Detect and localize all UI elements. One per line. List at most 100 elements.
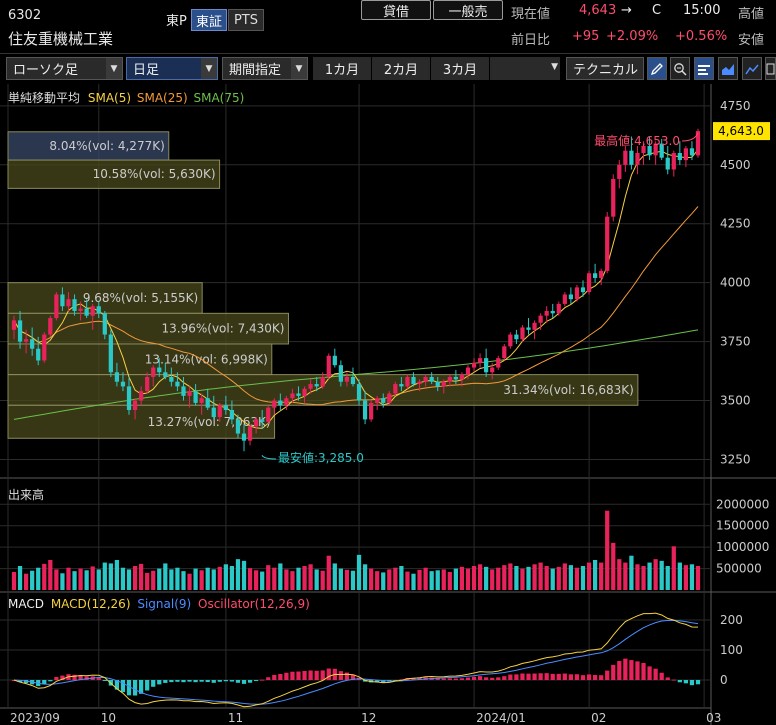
oscillator-bar — [465, 677, 471, 680]
oscillator-bar — [120, 680, 126, 693]
prev-day-label: 前日比 — [511, 33, 551, 48]
low-annotation: 最安値:3,285.0 — [278, 450, 364, 465]
range-more-select[interactable]: ▼ — [490, 57, 560, 80]
zoom-button[interactable] — [670, 57, 690, 80]
stock-code: 6302 — [8, 8, 42, 23]
high-label: 高値 — [738, 7, 765, 22]
sma25-label: SMA(25) — [136, 91, 188, 105]
volume-bar — [520, 568, 525, 590]
candle-body — [102, 313, 107, 335]
volume-bar — [72, 571, 77, 590]
oscillator-bar — [447, 678, 452, 680]
candle-body — [423, 376, 428, 382]
oscillator-bar — [580, 675, 586, 680]
candle-body — [568, 294, 574, 300]
candle-body — [181, 386, 186, 396]
oscillator-bar — [677, 680, 682, 683]
volume-bar — [350, 570, 356, 590]
volume-bar — [60, 573, 65, 590]
volume-bar — [683, 565, 689, 590]
oscillator-bar — [320, 670, 325, 680]
technical-button[interactable]: テクニカル — [566, 57, 644, 80]
x-axis-label: 12 — [361, 711, 376, 725]
volume-tick-label: 500000 — [716, 562, 762, 576]
range-1m-button[interactable]: 1カ月 — [313, 57, 371, 80]
volume-bar — [641, 566, 646, 590]
volume-bar — [629, 555, 634, 590]
volume-bar — [586, 562, 592, 590]
candle-body — [120, 381, 126, 387]
candle-body — [229, 409, 235, 420]
oscillator-bar — [671, 679, 676, 681]
candle-body — [338, 365, 343, 382]
candle-body — [411, 376, 416, 385]
oscillator-bar — [508, 674, 513, 680]
candle-body — [23, 339, 29, 342]
oscillator-bar — [683, 680, 689, 684]
candle-body — [302, 388, 307, 396]
chevron-down-icon: ▼ — [551, 62, 558, 72]
candle-body — [278, 400, 283, 406]
candle-body — [157, 367, 162, 373]
oscillator-bar — [556, 673, 561, 680]
more-button[interactable] — [765, 57, 776, 80]
oscillator-bar — [344, 672, 350, 680]
stock-chart-app: 6302 住友重機械工業 東P 東証 PTS 貸借 一般売 現在値 4,643 … — [0, 0, 776, 725]
volume-bar — [332, 563, 337, 590]
x-axis-label: 10 — [101, 711, 116, 725]
volume-bar — [538, 562, 543, 590]
volume-profile-button[interactable] — [694, 57, 714, 80]
candle-body — [17, 320, 23, 342]
low-arrow — [261, 454, 277, 460]
margin-sell-button[interactable]: 一般売 — [433, 0, 503, 20]
sma-legend: 単純移動平均 SMA(5) SMA(25) SMA(75) — [8, 89, 244, 106]
volume-bar — [247, 568, 253, 590]
range-select[interactable]: 期間指定 ▼ — [222, 57, 308, 80]
oscillator-bar — [611, 664, 616, 680]
candle-body — [126, 386, 132, 410]
volume-bar — [605, 510, 610, 590]
volume-bar — [574, 567, 580, 590]
candle-body — [217, 405, 222, 418]
candle-body — [60, 294, 65, 307]
macd-tick-label: 100 — [720, 643, 743, 657]
tab-tosho[interactable]: 東証 — [191, 9, 227, 31]
volume-bar — [429, 571, 434, 590]
candle-body — [199, 398, 204, 403]
high-annotation: 最高値:4,653.0 — [594, 133, 680, 148]
candle-body — [169, 376, 174, 382]
candle-body — [72, 299, 77, 311]
chevron-down-icon: ▼ — [201, 58, 217, 79]
candle-body — [465, 367, 471, 375]
volume-bar — [689, 564, 695, 590]
draw-pen-button[interactable] — [647, 57, 667, 80]
candle-body — [241, 433, 247, 441]
candle-body — [671, 153, 676, 170]
volume-bar — [187, 573, 192, 590]
volume-bar — [411, 573, 416, 590]
x-axis-label: 03 — [706, 711, 721, 725]
candle-body — [447, 376, 452, 382]
volume-profile-label: 13.96%(vol: 7,430K) — [162, 322, 285, 336]
range-2m-button[interactable]: 2カ月 — [372, 57, 430, 80]
candle-body — [362, 400, 368, 420]
oscillator-bar — [266, 677, 271, 680]
candle-body — [66, 299, 71, 307]
tab-pts[interactable]: PTS — [228, 9, 264, 31]
candle-body — [90, 306, 95, 316]
candle-body — [296, 393, 301, 396]
chart-area[interactable]: 4750 4500 4250 4000 3750 3500 3250 2000000 15000… — [0, 84, 776, 725]
candle-body — [344, 376, 350, 382]
period-select[interactable]: 日足 ▼ — [126, 57, 218, 80]
range-3m-button[interactable]: 3カ月 — [431, 57, 489, 80]
oscillator-bar — [163, 680, 168, 683]
loan-button[interactable]: 貸借 — [361, 0, 431, 20]
candle-body — [187, 391, 192, 396]
volume-bar — [314, 569, 319, 590]
arrow-icon: → — [621, 3, 632, 18]
candle-body — [665, 157, 670, 170]
area-chart-button[interactable] — [718, 57, 738, 80]
chart-type-select[interactable]: ローソク足 ▼ — [6, 57, 123, 80]
line-chart-button[interactable] — [742, 57, 762, 80]
oscillator-bar — [199, 680, 204, 682]
